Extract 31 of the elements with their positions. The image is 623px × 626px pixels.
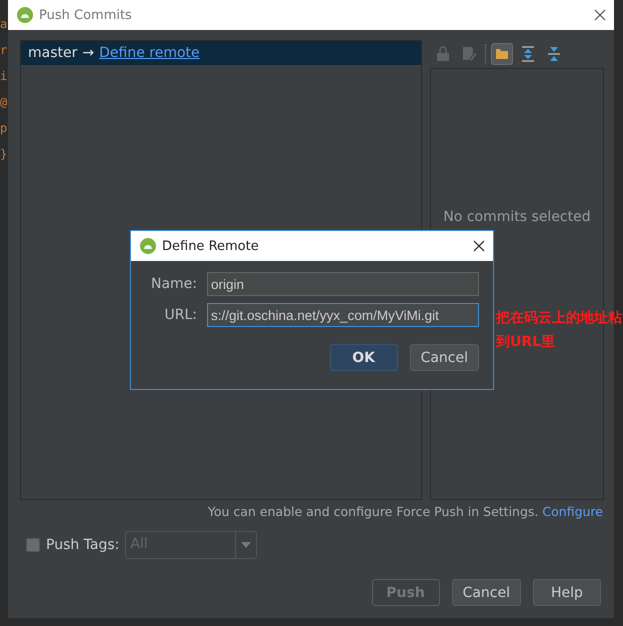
branch-name: master bbox=[28, 45, 78, 61]
caret-icon bbox=[241, 542, 252, 548]
code-fragment: r bbox=[0, 44, 8, 56]
empty-message: No commits selected bbox=[443, 209, 591, 227]
dialog-button[interactable]: Help bbox=[533, 579, 601, 606]
force-push-note: You can enable and configure Force Push in Settings. bbox=[208, 504, 538, 519]
input-field[interactable]: s://git.oschina.net/yyx_com/MyViMi.git bbox=[207, 303, 479, 327]
arrow-glyph: → bbox=[82, 45, 94, 61]
code-fragment: } bbox=[0, 148, 8, 160]
close-icon[interactable] bbox=[473, 240, 485, 252]
window-title: Push Commits bbox=[39, 8, 133, 22]
input-field[interactable]: origin bbox=[207, 272, 479, 296]
code-fragment: p bbox=[0, 122, 8, 134]
android-logo-icon bbox=[17, 7, 33, 23]
field-label: Name: bbox=[150, 276, 197, 292]
code-fragment: a bbox=[0, 18, 8, 30]
push-tags-label: Push Tags: bbox=[46, 537, 120, 553]
dialog-title: Define Remote bbox=[162, 238, 260, 254]
close-icon[interactable] bbox=[594, 9, 606, 21]
code-fragment: @ bbox=[0, 96, 8, 108]
dialog-button[interactable]: Cancel bbox=[452, 579, 521, 606]
folder-icon[interactable] bbox=[491, 43, 513, 65]
annotation-text: 把在码云上的地址粘到URL里 bbox=[496, 309, 623, 352]
define-remote-link[interactable]: Define remote bbox=[99, 45, 200, 61]
configure-link[interactable]: Configure bbox=[542, 504, 603, 519]
dialog-button[interactable]: OK bbox=[330, 344, 398, 371]
dialog-button[interactable]: Cancel bbox=[410, 344, 479, 371]
android-logo-icon bbox=[140, 238, 156, 254]
code-fragment: i bbox=[0, 70, 8, 82]
branch-row[interactable]: master → Define remote bbox=[21, 41, 421, 65]
field-label: URL: bbox=[164, 307, 197, 323]
